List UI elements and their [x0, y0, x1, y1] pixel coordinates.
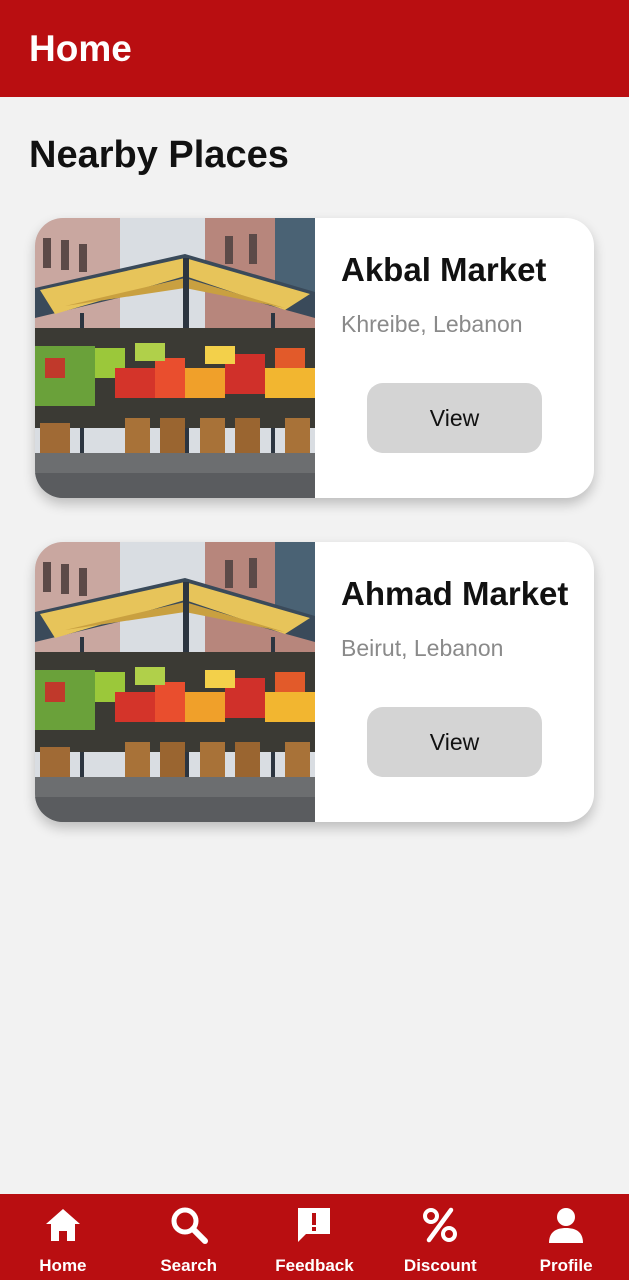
- place-name: Ahmad Market: [341, 575, 569, 612]
- person-icon: [546, 1205, 586, 1245]
- place-image: [35, 542, 315, 822]
- view-button[interactable]: View: [367, 707, 542, 777]
- app-bar: Home: [0, 0, 629, 97]
- nav-label: Home: [39, 1256, 87, 1275]
- percent-icon: [420, 1205, 460, 1245]
- nav-label: Search: [160, 1256, 218, 1275]
- nav-label: Profile: [539, 1256, 593, 1275]
- page-title: Home: [29, 28, 132, 69]
- nav-item-home[interactable]: Home: [0, 1194, 126, 1280]
- nav-item-search[interactable]: Search: [126, 1194, 252, 1280]
- place-location: Beirut, Lebanon: [341, 635, 504, 661]
- nav-label: Feedback: [275, 1256, 354, 1275]
- nav-item-discount[interactable]: Discount: [377, 1194, 503, 1280]
- place-location: Khreibe, Lebanon: [341, 311, 523, 337]
- place-card: Ahmad Market Beirut, Lebanon View: [35, 542, 594, 822]
- view-button[interactable]: View: [367, 383, 542, 453]
- nav-label: Discount: [403, 1256, 477, 1275]
- place-card: Akbal Market Khreibe, Lebanon View: [35, 218, 594, 498]
- feedback-icon: [294, 1205, 334, 1245]
- section-title: Nearby Places: [29, 134, 289, 176]
- search-icon: [169, 1205, 209, 1245]
- home-icon: [43, 1205, 83, 1245]
- nav-item-feedback[interactable]: Feedback: [252, 1194, 378, 1280]
- app-screen: Home Nearby Places Akbal Market Khreibe,…: [0, 0, 629, 1280]
- place-name: Akbal Market: [341, 251, 547, 288]
- bottom-navigation: Home Search Feedback Discount Profile: [0, 1194, 629, 1280]
- place-image: [35, 218, 315, 498]
- nav-item-profile[interactable]: Profile: [503, 1194, 629, 1280]
